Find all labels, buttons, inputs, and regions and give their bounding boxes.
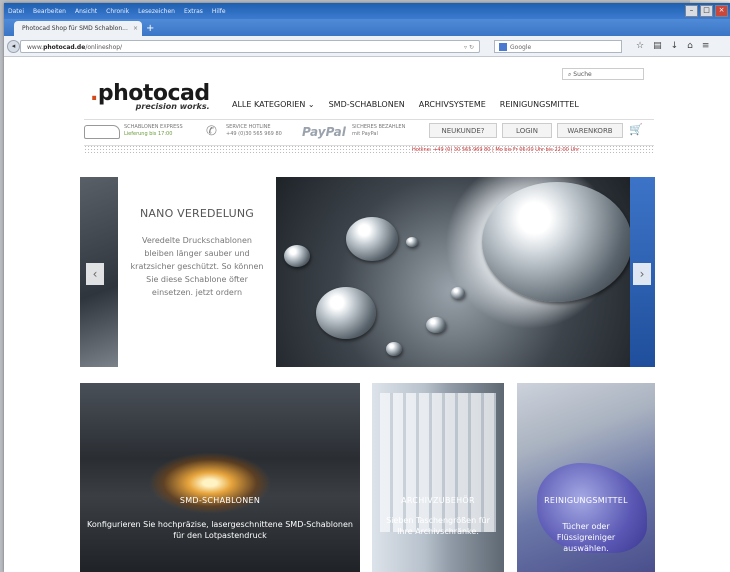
hero-title: NANO VEREDELUNG bbox=[139, 207, 254, 220]
main-navigation: ALLE KATEGORIEN ⌄ SMD-SCHABLONEN ARCHIVS… bbox=[232, 100, 579, 109]
back-button[interactable]: ◂ bbox=[7, 40, 20, 53]
browser-tab[interactable]: Photocad Shop für SMD Schablon... × bbox=[14, 21, 142, 36]
cart-button[interactable]: WARENKORB bbox=[557, 123, 623, 138]
express-title: SCHABLONEN EXPRESS bbox=[124, 124, 183, 130]
hero-description: Veredelte Druckschablonen bleiben länger… bbox=[130, 236, 264, 297]
window-controls: – □ × bbox=[685, 5, 728, 17]
menu-bar: Datei Bearbeiten Ansicht Chronik Lesezei… bbox=[4, 3, 730, 19]
tile-archive-accessories[interactable]: ARCHIVZUBEHÖR Sieben Taschengrößen für I… bbox=[372, 383, 504, 572]
tile-smd-stencils[interactable]: SMD-SCHABLONEN Konfigurieren Sie hochprä… bbox=[80, 383, 360, 572]
nav-all-categories[interactable]: ALLE KATEGORIEN ⌄ bbox=[232, 100, 315, 109]
slider-next-button[interactable]: › bbox=[633, 263, 651, 285]
browser-window: Datei Bearbeiten Ansicht Chronik Lesezei… bbox=[4, 3, 730, 572]
toolbar-icons: ☆ ▤ ↓ ⌂ ≡ bbox=[636, 41, 709, 51]
url-domain: photocad.de bbox=[43, 43, 86, 51]
menu-history[interactable]: Chronik bbox=[106, 8, 129, 15]
maximize-button[interactable]: □ bbox=[700, 5, 713, 17]
search-placeholder: Google bbox=[510, 43, 532, 51]
menu-view[interactable]: Ansicht bbox=[75, 8, 97, 15]
nav-smd-stencils[interactable]: SMD-SCHABLONEN bbox=[329, 100, 405, 109]
close-window-button[interactable]: × bbox=[715, 5, 728, 17]
express-subtitle: Lieferung bis 17:00 bbox=[124, 131, 173, 137]
tile-cleaning-agents[interactable]: REINIGUNGSMITTEL Tücher oder Flüssigrein… bbox=[517, 383, 655, 572]
reload-icon[interactable]: ▿ ↻ bbox=[464, 41, 474, 54]
delivery-van-icon bbox=[84, 125, 120, 139]
hotline-info: SERVICE HOTLINE +49 (0)30 565 969 80 bbox=[226, 124, 282, 138]
site-search-input[interactable]: ⌕ Suche bbox=[562, 68, 644, 80]
tile-title: REINIGUNGSMITTEL bbox=[544, 496, 628, 505]
website-content: ⌕ Suche .photocad precision works. ALLE … bbox=[4, 57, 730, 572]
new-tab-button[interactable]: + bbox=[146, 23, 154, 34]
slider-prev-button[interactable]: ‹ bbox=[86, 263, 104, 285]
paypal-logo: PayPal bbox=[302, 125, 346, 139]
site-search-label: Suche bbox=[573, 71, 592, 78]
menu-help[interactable]: Hilfe bbox=[212, 8, 226, 15]
payment-subtitle: mit PayPal bbox=[352, 131, 378, 137]
hotline-title: SERVICE HOTLINE bbox=[226, 124, 271, 130]
nav-cleaning-agents[interactable]: REINIGUNGSMITTEL bbox=[500, 100, 579, 109]
tile-description: Konfigurieren Sie hochpräzise, lasergesc… bbox=[87, 520, 353, 540]
service-info-bar: SCHABLONEN EXPRESS Lieferung bis 17:00 ✆… bbox=[84, 119, 654, 146]
bookmark-star-icon[interactable]: ☆ bbox=[636, 41, 644, 51]
url-prefix: www. bbox=[27, 43, 44, 51]
tab-title: Photocad Shop für SMD Schablon... bbox=[22, 25, 128, 32]
tile-title: ARCHIVZUBEHÖR bbox=[401, 496, 475, 505]
tile-description: Sieben Taschengrößen für Ihre Archivschr… bbox=[386, 516, 490, 536]
download-icon[interactable]: ↓ bbox=[671, 41, 679, 51]
bookmarks-list-icon[interactable]: ▤ bbox=[653, 41, 662, 51]
archive-folders-image bbox=[380, 393, 496, 532]
menu-edit[interactable]: Bearbeiten bbox=[33, 8, 66, 15]
url-path: /onlineshop/ bbox=[85, 43, 123, 51]
hero-text-panel: NANO VEREDELUNG Veredelte Druckschablone… bbox=[118, 177, 276, 367]
logo-dot: . bbox=[90, 81, 98, 106]
google-icon bbox=[499, 43, 507, 51]
home-icon[interactable]: ⌂ bbox=[687, 41, 693, 51]
tab-strip: Photocad Shop für SMD Schablon... × + bbox=[4, 19, 730, 36]
address-bar[interactable]: www.photocad.de/onlineshop/ ▿ ↻ bbox=[20, 39, 480, 54]
photocad-logo[interactable]: .photocad precision works. bbox=[90, 81, 210, 111]
login-button[interactable]: LOGIN bbox=[502, 123, 552, 138]
menu-bookmarks[interactable]: Lesezeichen bbox=[138, 8, 175, 15]
payment-title: SICHERES BEZAHLEN bbox=[352, 124, 406, 130]
hotline-line: Hotline: +49 (0) 30 565 969 80 | Mo bis … bbox=[412, 147, 580, 153]
hotline-number: +49 (0)30 565 969 80 bbox=[226, 131, 282, 137]
tile-title: SMD-SCHABLONEN bbox=[179, 496, 261, 505]
menu-file[interactable]: Datei bbox=[8, 8, 24, 15]
close-tab-icon[interactable]: × bbox=[133, 21, 138, 36]
new-customer-button[interactable]: NEUKUNDE? bbox=[429, 123, 497, 138]
nav-archive-systems[interactable]: ARCHIVSYSTEME bbox=[419, 100, 486, 109]
phone-icon: ✆ bbox=[206, 124, 217, 139]
payment-info: SICHERES BEZAHLEN mit PayPal bbox=[352, 124, 405, 138]
hero-slider: ‹ NANO VEREDELUNG Veredelte Druckschablo… bbox=[80, 177, 655, 367]
navigation-toolbar: ◂ www.photocad.de/onlineshop/ ▿ ↻ Google… bbox=[4, 36, 730, 57]
web-search-input[interactable]: Google bbox=[494, 39, 622, 53]
menu-icon[interactable]: ≡ bbox=[702, 41, 710, 51]
menu-tools[interactable]: Extras bbox=[184, 8, 203, 15]
express-info: SCHABLONEN EXPRESS Lieferung bis 17:00 bbox=[124, 124, 183, 138]
tile-description: Tücher oder Flüssigreiniger auswählen. bbox=[556, 522, 616, 553]
water-drops-image bbox=[276, 177, 630, 367]
minimize-button[interactable]: – bbox=[685, 5, 698, 17]
cart-icon[interactable]: 🛒 bbox=[629, 123, 643, 136]
